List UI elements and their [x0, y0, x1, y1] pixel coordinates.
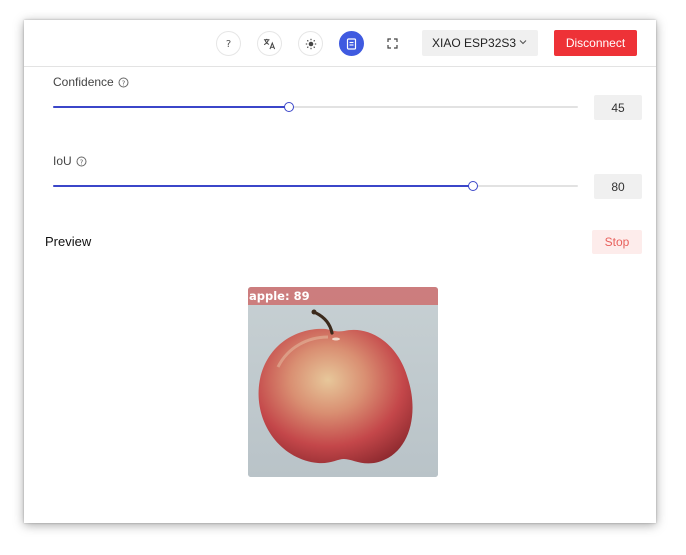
app-window: ? XIAO ESP32S3 Disconnect Confidence ? 4… [24, 20, 656, 523]
svg-text:?: ? [226, 39, 231, 49]
confidence-value-input[interactable]: 45 [594, 95, 642, 120]
iou-label-row: IoU ? [53, 154, 87, 168]
camera-preview: apple: 89 [248, 287, 438, 477]
iou-slider-fill [53, 185, 473, 187]
svg-text:?: ? [121, 79, 125, 87]
confidence-slider-thumb[interactable] [283, 101, 294, 112]
stop-button[interactable]: Stop [592, 230, 642, 254]
top-bar: ? XIAO ESP32S3 Disconnect [24, 20, 656, 67]
confidence-slider[interactable] [53, 101, 578, 112]
iou-slider[interactable] [53, 180, 578, 191]
iou-help-icon[interactable]: ? [76, 156, 87, 167]
fullscreen-icon[interactable] [380, 31, 405, 56]
apple-image [248, 287, 438, 477]
help-icon[interactable]: ? [216, 31, 241, 56]
theme-icon[interactable] [298, 31, 323, 56]
confidence-label-row: Confidence ? [53, 75, 129, 89]
detection-label: apple: 89 [249, 289, 310, 303]
confidence-label: Confidence [53, 75, 114, 89]
svg-text:?: ? [79, 158, 83, 166]
confidence-help-icon[interactable]: ? [118, 77, 129, 88]
translate-icon[interactable] [257, 31, 282, 56]
iou-slider-thumb[interactable] [467, 180, 478, 191]
device-select[interactable]: XIAO ESP32S3 [422, 30, 538, 56]
chevron-down-icon [519, 40, 527, 45]
document-icon[interactable] [339, 31, 364, 56]
iou-label: IoU [53, 154, 72, 168]
device-select-value: XIAO ESP32S3 [432, 36, 517, 50]
disconnect-button[interactable]: Disconnect [554, 30, 637, 56]
iou-value-input[interactable]: 80 [594, 174, 642, 199]
preview-title: Preview [45, 234, 92, 249]
confidence-slider-fill [53, 106, 290, 108]
